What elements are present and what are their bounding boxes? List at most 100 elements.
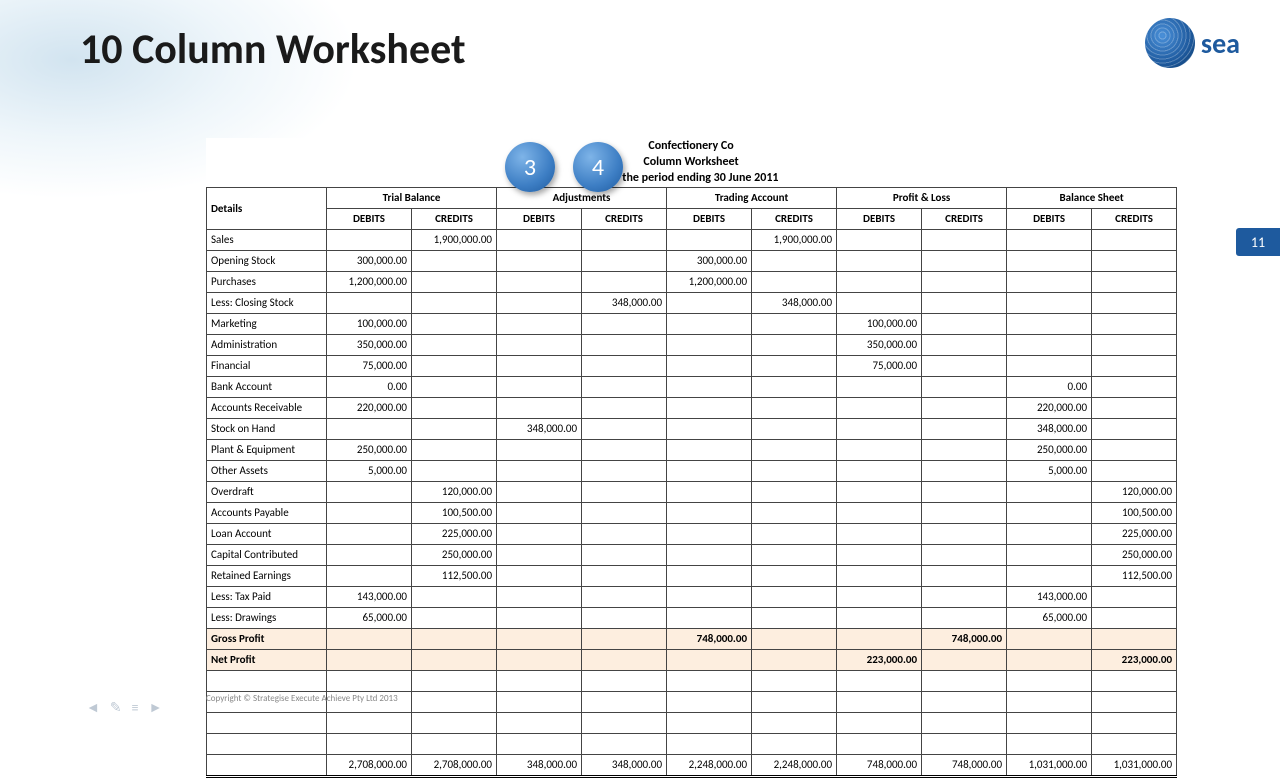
cell	[582, 229, 667, 250]
cell: 1,900,000.00	[752, 229, 837, 250]
cell	[1007, 229, 1092, 250]
group-header-row: Details Trial Balance Adjustments Tradin…	[207, 187, 1177, 208]
tb-cr-head: CREDITS	[412, 208, 497, 229]
cell	[922, 481, 1007, 502]
cell: 5,000.00	[1007, 460, 1092, 481]
cell	[667, 586, 752, 607]
cell	[1007, 523, 1092, 544]
cell: 250,000.00	[412, 544, 497, 565]
pl-cr-head: CREDITS	[922, 208, 1007, 229]
table-row: Opening Stock300,000.00300,000.00	[207, 250, 1177, 271]
row-label: Less: Drawings	[207, 607, 327, 628]
cell: 250,000.00	[1092, 544, 1177, 565]
cell: 250,000.00	[327, 439, 412, 460]
cell	[412, 460, 497, 481]
cell	[327, 565, 412, 586]
cell	[412, 397, 497, 418]
cell	[837, 439, 922, 460]
cell	[497, 313, 582, 334]
menu-icon[interactable]: ≡	[132, 699, 139, 716]
net-profit-row: Net Profit223,000.00223,000.00	[207, 649, 1177, 670]
callout-bubble-3: 3	[505, 142, 555, 192]
cell	[1007, 502, 1092, 523]
page-number-tab: 11	[1236, 228, 1280, 256]
cell	[497, 523, 582, 544]
cell	[1007, 565, 1092, 586]
cell	[667, 292, 752, 313]
cell	[667, 481, 752, 502]
cell	[582, 334, 667, 355]
cell	[922, 523, 1007, 544]
cell	[752, 523, 837, 544]
cell	[582, 565, 667, 586]
total-cell: 748,000.00	[922, 754, 1007, 776]
cell	[412, 607, 497, 628]
cell	[667, 460, 752, 481]
cell	[837, 586, 922, 607]
cell	[667, 523, 752, 544]
cell	[752, 502, 837, 523]
total-cell: 748,000.00	[837, 754, 922, 776]
group-profit-loss: Profit & Loss	[837, 187, 1007, 208]
cell: 112,500.00	[1092, 565, 1177, 586]
cell	[497, 250, 582, 271]
pen-icon[interactable]: ✎	[110, 699, 122, 716]
cell	[752, 271, 837, 292]
cell	[837, 502, 922, 523]
cell	[412, 355, 497, 376]
table-row: Loan Account225,000.00225,000.00	[207, 523, 1177, 544]
cell	[922, 607, 1007, 628]
blank-row	[207, 670, 1177, 691]
total-cell: 1,031,000.00	[1092, 754, 1177, 776]
cell	[582, 418, 667, 439]
table-row: Plant & Equipment250,000.00250,000.00	[207, 439, 1177, 460]
cell	[582, 460, 667, 481]
logo-text: sea	[1201, 26, 1240, 61]
doc-title: Column Worksheet	[206, 154, 1176, 170]
prev-icon[interactable]: ◄	[86, 699, 100, 716]
total-cell: 2,708,000.00	[327, 754, 412, 776]
cell	[752, 460, 837, 481]
cell	[582, 523, 667, 544]
worksheet-header: Confectionery Co Column Worksheet For th…	[206, 138, 1176, 187]
slide-title: 10 Column Worksheet	[80, 24, 466, 75]
cell	[667, 607, 752, 628]
row-label: Overdraft	[207, 481, 327, 502]
total-cell: 2,708,000.00	[412, 754, 497, 776]
cell: 223,000.00	[837, 649, 922, 670]
next-icon[interactable]: ►	[149, 699, 163, 716]
cell	[752, 355, 837, 376]
cell: 120,000.00	[1092, 481, 1177, 502]
worksheet-container: Confectionery Co Column Worksheet For th…	[206, 138, 1176, 778]
cell	[667, 334, 752, 355]
cell	[1007, 544, 1092, 565]
cell: 348,000.00	[752, 292, 837, 313]
cell	[327, 418, 412, 439]
cell	[922, 376, 1007, 397]
cell	[922, 292, 1007, 313]
cell	[837, 565, 922, 586]
cell	[752, 586, 837, 607]
cell	[1092, 376, 1177, 397]
ta-dr-head: DEBITS	[667, 208, 752, 229]
cell	[667, 439, 752, 460]
cell	[667, 313, 752, 334]
cell	[667, 544, 752, 565]
cell	[1007, 334, 1092, 355]
cell	[582, 271, 667, 292]
row-label: Marketing	[207, 313, 327, 334]
details-header: Details	[207, 187, 327, 229]
cell	[922, 460, 1007, 481]
adj-cr-head: CREDITS	[582, 208, 667, 229]
cell	[837, 376, 922, 397]
cell: 220,000.00	[327, 397, 412, 418]
cell	[412, 292, 497, 313]
gross-profit-row: Gross Profit748,000.00748,000.00	[207, 628, 1177, 649]
cell	[582, 502, 667, 523]
cell	[582, 313, 667, 334]
cell	[412, 439, 497, 460]
cell: 65,000.00	[1007, 607, 1092, 628]
cell: 100,000.00	[327, 313, 412, 334]
row-label: Stock on Hand	[207, 418, 327, 439]
total-cell: 2,248,000.00	[752, 754, 837, 776]
